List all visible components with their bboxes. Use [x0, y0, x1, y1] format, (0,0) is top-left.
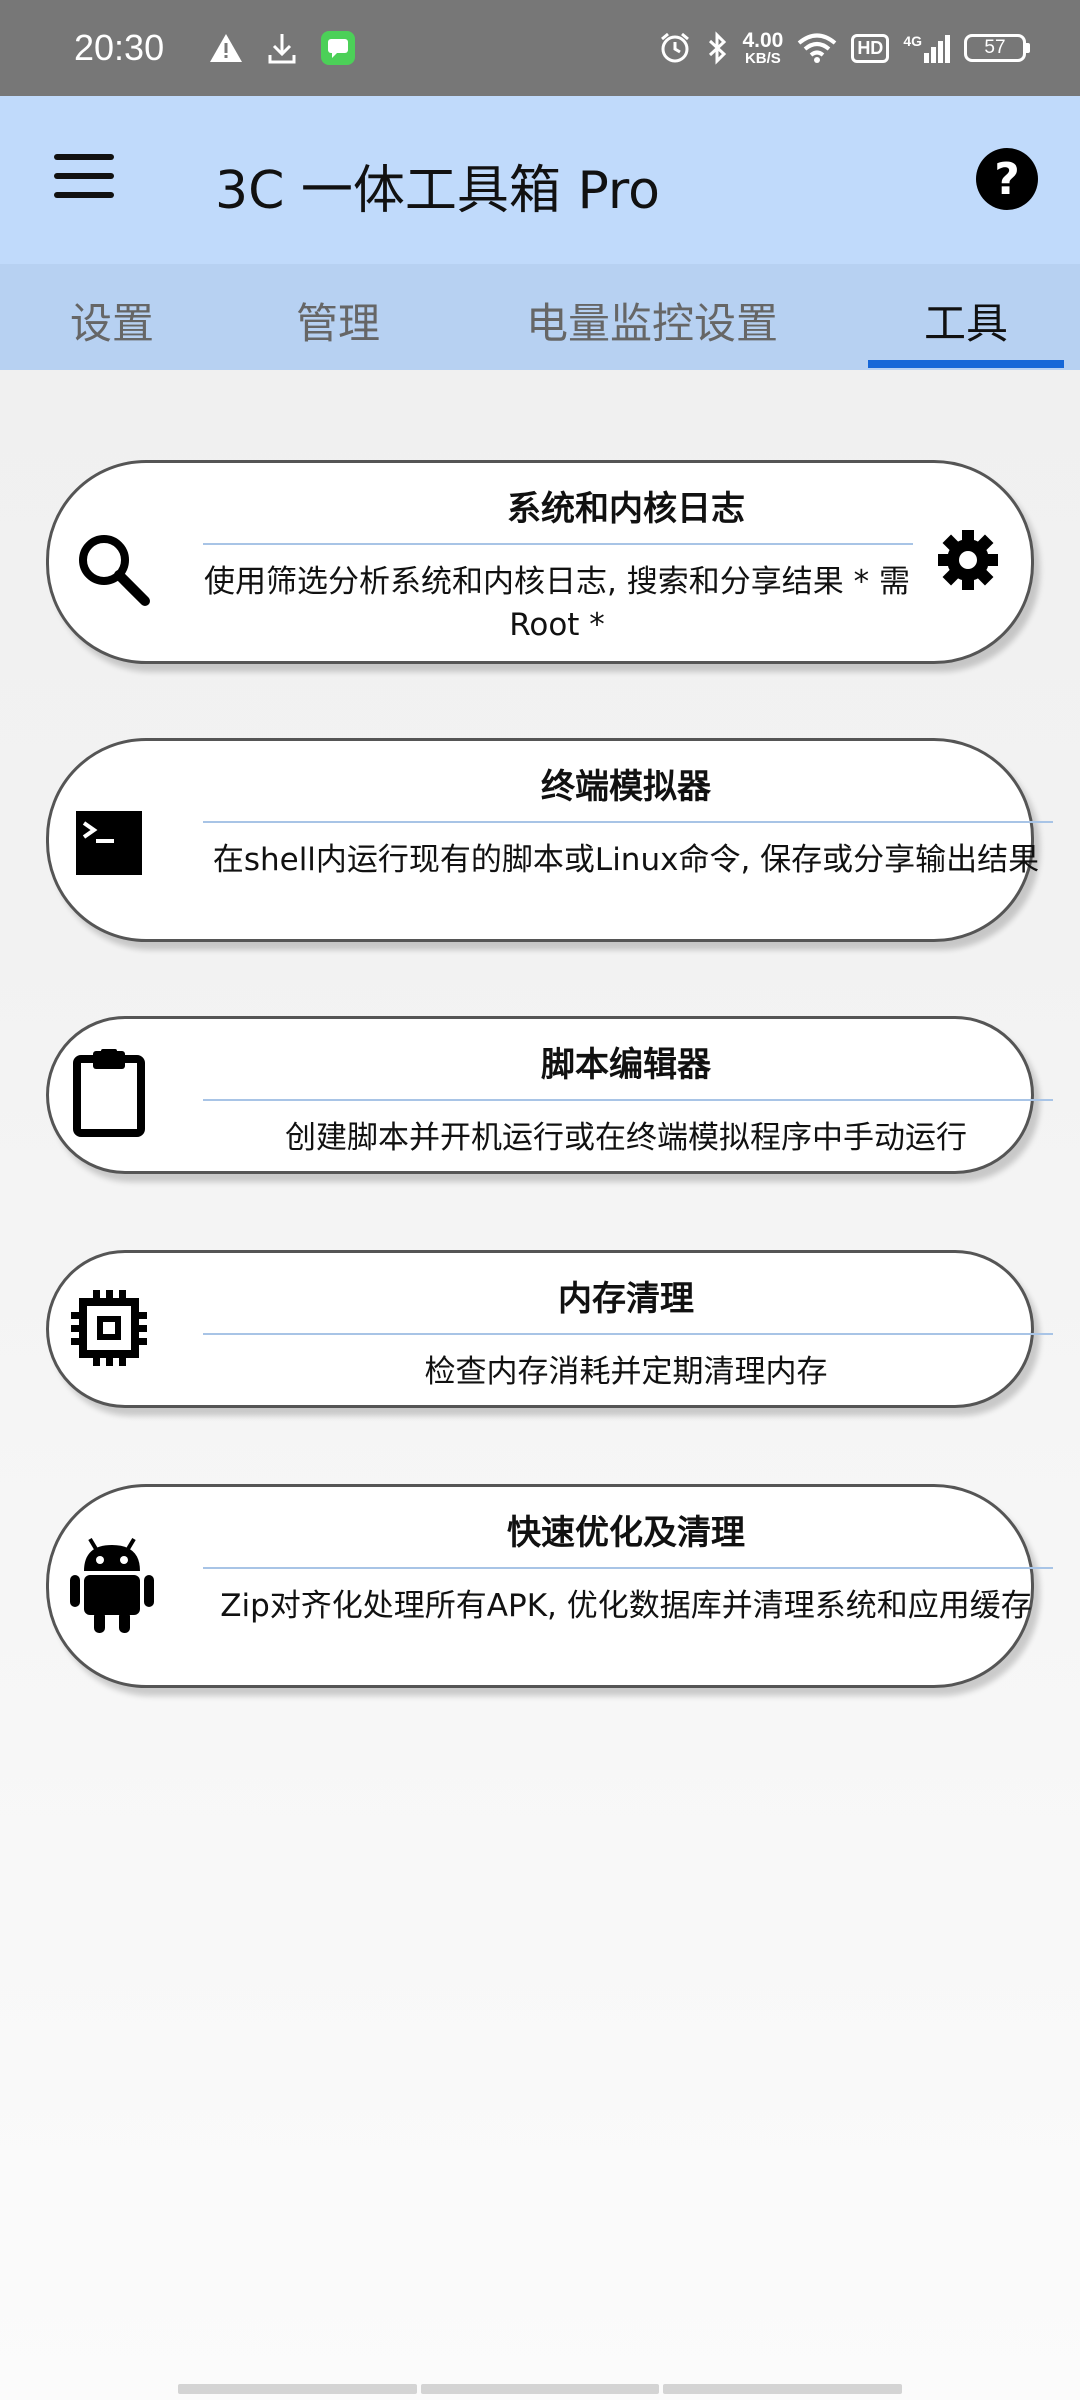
tool-description: 使用筛选分析系统和内核日志, 搜索和分享结果 * 需Root *	[204, 564, 910, 643]
tab-battery-monitor-settings[interactable]: 电量监控设置	[526, 290, 778, 351]
tool-title: 终端模拟器	[541, 767, 711, 807]
tab-tools[interactable]: 工具	[924, 290, 1008, 351]
tool-card-quick-optimize[interactable]: 快速优化及清理 Zip对齐化处理所有APK, 优化数据库并清理系统和应用缓存	[46, 1484, 1053, 1688]
hd-voice-badge: HD	[851, 33, 890, 63]
tool-card-system-kernel-log[interactable]: 系统和内核日志 使用筛选分析系统和内核日志, 搜索和分享结果 * 需Root *	[46, 460, 1034, 664]
battery-level: 57	[964, 34, 1026, 62]
tool-description: 创建脚本并开机运行或在终端模拟程序中手动运行	[285, 1120, 967, 1156]
terminal-icon	[67, 805, 151, 881]
tool-description: 检查内存消耗并定期清理内存	[424, 1354, 828, 1390]
tab-management[interactable]: 管理	[296, 290, 380, 351]
status-bar: 20:30 4.00 KB/S HD 4G 57	[0, 0, 1080, 96]
tool-title: 脚本编辑器	[541, 1045, 711, 1085]
gear-icon[interactable]	[933, 525, 1003, 595]
chip-icon	[67, 1283, 151, 1373]
network-speed: 4.00 KB/S	[742, 29, 784, 67]
help-icon[interactable]: ?	[976, 148, 1038, 210]
active-tab-indicator	[868, 360, 1064, 368]
page-title: 3C 一体工具箱 Pro	[215, 161, 660, 221]
tool-title: 快速优化及清理	[507, 1513, 745, 1553]
battery-indicator: 57	[964, 34, 1030, 62]
status-time: 20:30	[74, 27, 165, 68]
wifi-icon	[798, 33, 837, 63]
bluetooth-icon	[709, 31, 727, 65]
tool-card-memory-cleanup[interactable]: 内存清理 检查内存消耗并定期清理内存	[46, 1250, 1053, 1408]
tool-title: 系统和内核日志	[507, 489, 745, 529]
gesture-nav-bar[interactable]	[178, 2384, 903, 2394]
signal-icon: 4G	[903, 33, 950, 63]
warning-icon	[210, 34, 243, 62]
alarm-icon	[661, 32, 690, 63]
android-icon	[67, 1531, 157, 1635]
status-notification-icons	[208, 30, 356, 66]
tool-description: Zip对齐化处理所有APK, 优化数据库并清理系统和应用缓存	[220, 1588, 1032, 1624]
tab-bar: 设置 管理 电量监控设置 工具	[0, 264, 1080, 370]
tool-card-terminal-emulator[interactable]: 终端模拟器 在shell内运行现有的脚本或Linux命令, 保存或分享输出结果	[46, 738, 1053, 942]
tool-description: 在shell内运行现有的脚本或Linux命令, 保存或分享输出结果	[212, 842, 1040, 878]
messages-app-icon	[321, 31, 356, 65]
tab-settings[interactable]: 设置	[70, 290, 154, 351]
clipboard-icon	[67, 1045, 151, 1141]
status-system-icons: 4.00 KB/S HD 4G 57	[658, 30, 1030, 66]
tool-title: 内存清理	[558, 1279, 694, 1319]
search-icon	[67, 523, 159, 615]
download-icon	[268, 34, 296, 64]
hamburger-menu-icon[interactable]	[54, 154, 114, 198]
app-bar: 3C 一体工具箱 Pro ?	[0, 96, 1080, 264]
tool-card-script-editor[interactable]: 脚本编辑器 创建脚本并开机运行或在终端模拟程序中手动运行	[46, 1016, 1053, 1174]
